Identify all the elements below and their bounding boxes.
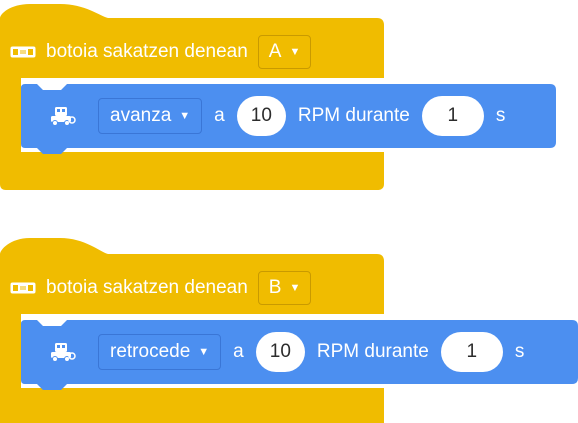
event-label: botoia sakatzen denean bbox=[46, 277, 248, 298]
direction-value: retrocede bbox=[110, 341, 191, 362]
button-selector-value: A bbox=[268, 41, 282, 62]
button-selector-dropdown[interactable]: B ▼ bbox=[257, 271, 312, 305]
button-selector-value: B bbox=[268, 277, 282, 298]
a-label: a bbox=[214, 105, 225, 126]
rpm-input[interactable]: 10 bbox=[236, 96, 286, 136]
seconds-unit-label: s bbox=[495, 105, 506, 126]
board-icon bbox=[10, 282, 36, 294]
board-icon bbox=[10, 46, 36, 58]
seconds-unit-label: s bbox=[514, 341, 525, 362]
rpm-input[interactable]: 10 bbox=[255, 332, 305, 372]
caret-down-icon: ▼ bbox=[289, 281, 301, 294]
move-block-2[interactable]: retrocede ▼ a 10 RPM durante 1 s bbox=[21, 320, 578, 395]
direction-dropdown[interactable]: retrocede ▼ bbox=[98, 334, 222, 370]
direction-dropdown[interactable]: avanza ▼ bbox=[98, 98, 203, 134]
caret-down-icon: ▼ bbox=[289, 45, 301, 58]
button-selector-dropdown[interactable]: A ▼ bbox=[257, 35, 312, 69]
event-header-2: botoia sakatzen denean B ▼ bbox=[0, 270, 312, 306]
event-header-1: botoia sakatzen denean A ▼ bbox=[0, 34, 312, 70]
direction-value: avanza bbox=[110, 105, 172, 126]
move-block-2-content: retrocede ▼ a 10 RPM durante 1 s bbox=[21, 320, 536, 384]
move-block-1-content: avanza ▼ a 10 RPM durante 1 s bbox=[21, 84, 517, 148]
duration-input[interactable]: 1 bbox=[440, 332, 503, 372]
robot-icon bbox=[50, 342, 76, 362]
move-block-1[interactable]: avanza ▼ a 10 RPM durante 1 s bbox=[21, 84, 556, 159]
robot-icon bbox=[50, 106, 76, 126]
event-label: botoia sakatzen denean bbox=[46, 41, 248, 62]
rpm-label: RPM durante bbox=[297, 105, 410, 126]
caret-down-icon: ▼ bbox=[179, 109, 191, 122]
a-label: a bbox=[233, 341, 244, 362]
caret-down-icon: ▼ bbox=[198, 345, 210, 358]
rpm-label: RPM durante bbox=[316, 341, 429, 362]
duration-input[interactable]: 1 bbox=[421, 96, 484, 136]
